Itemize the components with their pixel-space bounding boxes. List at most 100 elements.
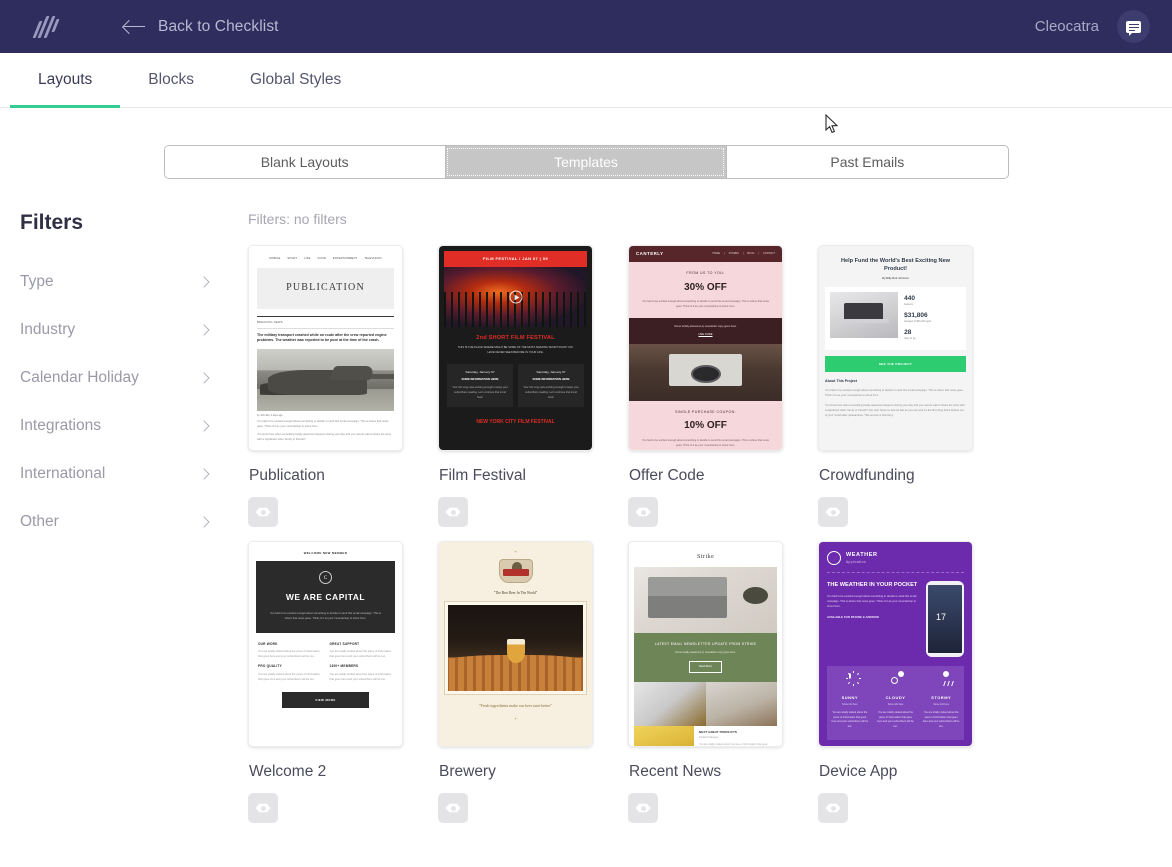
offer-code-band-1: Some totally awesome-ly newsletter copy …: [629, 318, 782, 345]
crowdfunding-body-2: You know how when something totally awes…: [825, 404, 965, 418]
sidebar-item-label: Type: [20, 273, 54, 290]
template-thumbnail-device-app[interactable]: WEATHER Application THE WEATHER IN YOUR P…: [818, 541, 973, 747]
back-to-checklist-label: Back to Checklist: [158, 17, 279, 35]
recent-news-image-bottom: [634, 725, 695, 746]
recent-news-logo: Strike: [696, 553, 715, 560]
preview-button[interactable]: [248, 793, 278, 823]
sidebar-item-calendar-holiday[interactable]: Calendar Holiday: [20, 369, 248, 387]
tab-blocks[interactable]: Blocks: [120, 53, 222, 107]
main-tabs: Layouts Blocks Global Styles: [0, 53, 1172, 108]
crowdfunding-cta: SEE THE PROJECT: [825, 355, 966, 373]
chevron-right-icon: [198, 516, 210, 528]
sidebar-item-integrations[interactable]: Integrations: [20, 417, 248, 435]
weather-card-sunny: SUNNY Some info here You are totally sto…: [827, 666, 873, 740]
brewery-preview: ✦ "The Best Beer In The World" "Fresh in…: [439, 542, 592, 746]
template-name: Publication: [249, 467, 325, 484]
recent-news-image-left: [634, 681, 706, 726]
nav-item: SPORT: [287, 257, 298, 260]
preview-button[interactable]: [438, 793, 468, 823]
eye-icon: [255, 507, 271, 517]
brewery-frame: [444, 601, 587, 695]
band-text: Some totally awesome-ly newsletter copy …: [674, 325, 737, 329]
segment-templates[interactable]: Templates: [444, 146, 727, 178]
segment-templates-label: Templates: [554, 154, 618, 170]
segment-past-emails[interactable]: Past Emails: [726, 146, 1008, 178]
preview-button[interactable]: [628, 497, 658, 527]
back-to-checklist-button[interactable]: Back to Checklist: [124, 18, 279, 36]
preview-button[interactable]: [628, 793, 658, 823]
filter-status: Filters: no filters: [248, 211, 347, 227]
device-app-logo-sub: Application: [846, 559, 866, 564]
sidebar-item-label: Industry: [20, 321, 76, 338]
template-thumbnail-crowdfunding[interactable]: Help Fund the World's Best Exciting New …: [818, 245, 973, 451]
sidebar-item-industry[interactable]: Industry: [20, 321, 248, 339]
segment-past-emails-label: Past Emails: [830, 154, 905, 170]
offer-paragraph-2: You had to be excited enough about somet…: [642, 438, 769, 447]
tab-layouts[interactable]: Layouts: [10, 53, 121, 108]
templates-grid: MOBILE SPORT LIFE FOOD ENTERTAINMENT TEL…: [248, 245, 1152, 837]
column-date: Saturday, January 07: [536, 369, 566, 374]
sidebar-item-other[interactable]: Other: [20, 513, 248, 531]
template-thumbnail-brewery[interactable]: ✦ "The Best Beer In The World" "Fresh in…: [438, 541, 593, 747]
user-name[interactable]: Cleocatra: [1035, 18, 1099, 35]
nav-item: TELEVISION: [364, 257, 382, 260]
device-app-body: THE WEATHER IN YOUR POCKET You had to be…: [827, 581, 964, 657]
welcome-paragraph: You had to be excited enough about somet…: [269, 611, 381, 620]
preview-button[interactable]: [438, 497, 468, 527]
chevron-right-icon: [198, 324, 210, 336]
divider: [257, 328, 394, 329]
welcome-2-preview: WELCOME NEW MEMBER C WE ARE CAPITAL You …: [249, 542, 402, 746]
recent-news-preview: Strike LATEST EMAIL NEWSLETTER UPDATE FR…: [629, 542, 782, 746]
band-button: Read More: [689, 661, 722, 673]
template-thumbnail-film-festival[interactable]: FILM FESTIVAL / JAN 07 | 09 2nd SHORT FI…: [438, 245, 593, 451]
preview-button[interactable]: [248, 497, 278, 527]
crowdfunding-top: 440 backers $31,806 pledged of $40,000 g…: [830, 291, 961, 345]
cell-text: You are totally stoked about the piece o…: [258, 650, 320, 659]
tab-global-styles[interactable]: Global Styles: [222, 53, 369, 107]
stat-label: pledged of $40,000 goal: [904, 320, 931, 323]
welcome-cell: GREAT SUPPORT You are totally stoked abo…: [330, 642, 394, 660]
chevron-right-icon: [198, 372, 210, 384]
preview-button[interactable]: [818, 793, 848, 823]
offer-code-preview: CANTERLY HOME | STORES | BLOG | CONTACT: [629, 246, 782, 450]
device-app-paragraph: You had to be excited enough about somet…: [827, 595, 917, 609]
template-thumbnail-welcome-2[interactable]: WELCOME NEW MEMBER C WE ARE CAPITAL You …: [248, 541, 403, 747]
template-card-crowdfunding: Help Fund the World's Best Exciting New …: [818, 245, 1008, 527]
publication-image: [257, 348, 394, 411]
tab-global-styles-label: Global Styles: [249, 71, 342, 88]
eye-icon: [635, 803, 651, 813]
publication-preview: MOBILE SPORT LIFE FOOD ENTERTAINMENT TEL…: [249, 246, 402, 450]
welcome-hero: C WE ARE CAPITAL You had to be excited e…: [256, 561, 395, 633]
recent-news-bottom: NEXT GREAT PRODUCTS Product Category You…: [634, 725, 777, 746]
crowdfunding-heading: Help Fund the World's Best Exciting New …: [840, 258, 951, 273]
device-app-heading: THE WEATHER IN YOUR POCKET: [827, 582, 918, 588]
sidebar-item-type[interactable]: Type: [20, 273, 248, 291]
sidebar-item-international[interactable]: International: [20, 465, 248, 483]
offer-code-image: [629, 344, 782, 402]
publication-body-1: You had to be excited enough about somet…: [257, 420, 389, 428]
segment-blank-layouts[interactable]: Blank Layouts: [164, 146, 445, 178]
card-sub: Some info here: [887, 703, 904, 706]
template-card-brewery: ✦ "The Best Beer In The World" "Fresh in…: [438, 541, 628, 823]
template-card-film-festival: FILM FESTIVAL / JAN 07 | 09 2nd SHORT FI…: [438, 245, 628, 527]
card-text: You are totally stoked about the piece o…: [877, 711, 914, 728]
preview-button[interactable]: [818, 497, 848, 527]
film-festival-footer: NEW YORK CITY FILM FESTIVAL: [476, 418, 555, 425]
recent-news-bottom-text: NEXT GREAT PRODUCTS Product Category You…: [694, 726, 777, 746]
welcome-cell: OUR WORK You are totally stoked about th…: [258, 642, 322, 660]
template-name: Welcome 2: [249, 763, 327, 780]
card-title: CLOUDY: [885, 695, 906, 700]
chevron-right-icon: [198, 468, 210, 480]
phone-mockup: [926, 581, 964, 657]
publication-kicker: BREAKING NEWS: [257, 321, 283, 325]
template-thumbnail-publication[interactable]: MOBILE SPORT LIFE FOOD ENTERTAINMENT TEL…: [248, 245, 403, 451]
template-thumbnail-recent-news[interactable]: Strike LATEST EMAIL NEWSLETTER UPDATE FR…: [628, 541, 783, 747]
column-info: SOME INFORMATION HERE: [461, 377, 499, 382]
chat-button[interactable]: [1117, 10, 1150, 43]
cell-text: You are totally stoked about the piece o…: [329, 650, 392, 659]
nav-item: CONTACT: [763, 252, 775, 256]
column-info: SOME INFORMATION HERE: [532, 377, 570, 382]
nav-separator: |: [742, 252, 744, 256]
ornament-icon: ✦: [513, 715, 518, 721]
template-thumbnail-offer-code[interactable]: CANTERLY HOME | STORES | BLOG | CONTACT: [628, 245, 783, 451]
